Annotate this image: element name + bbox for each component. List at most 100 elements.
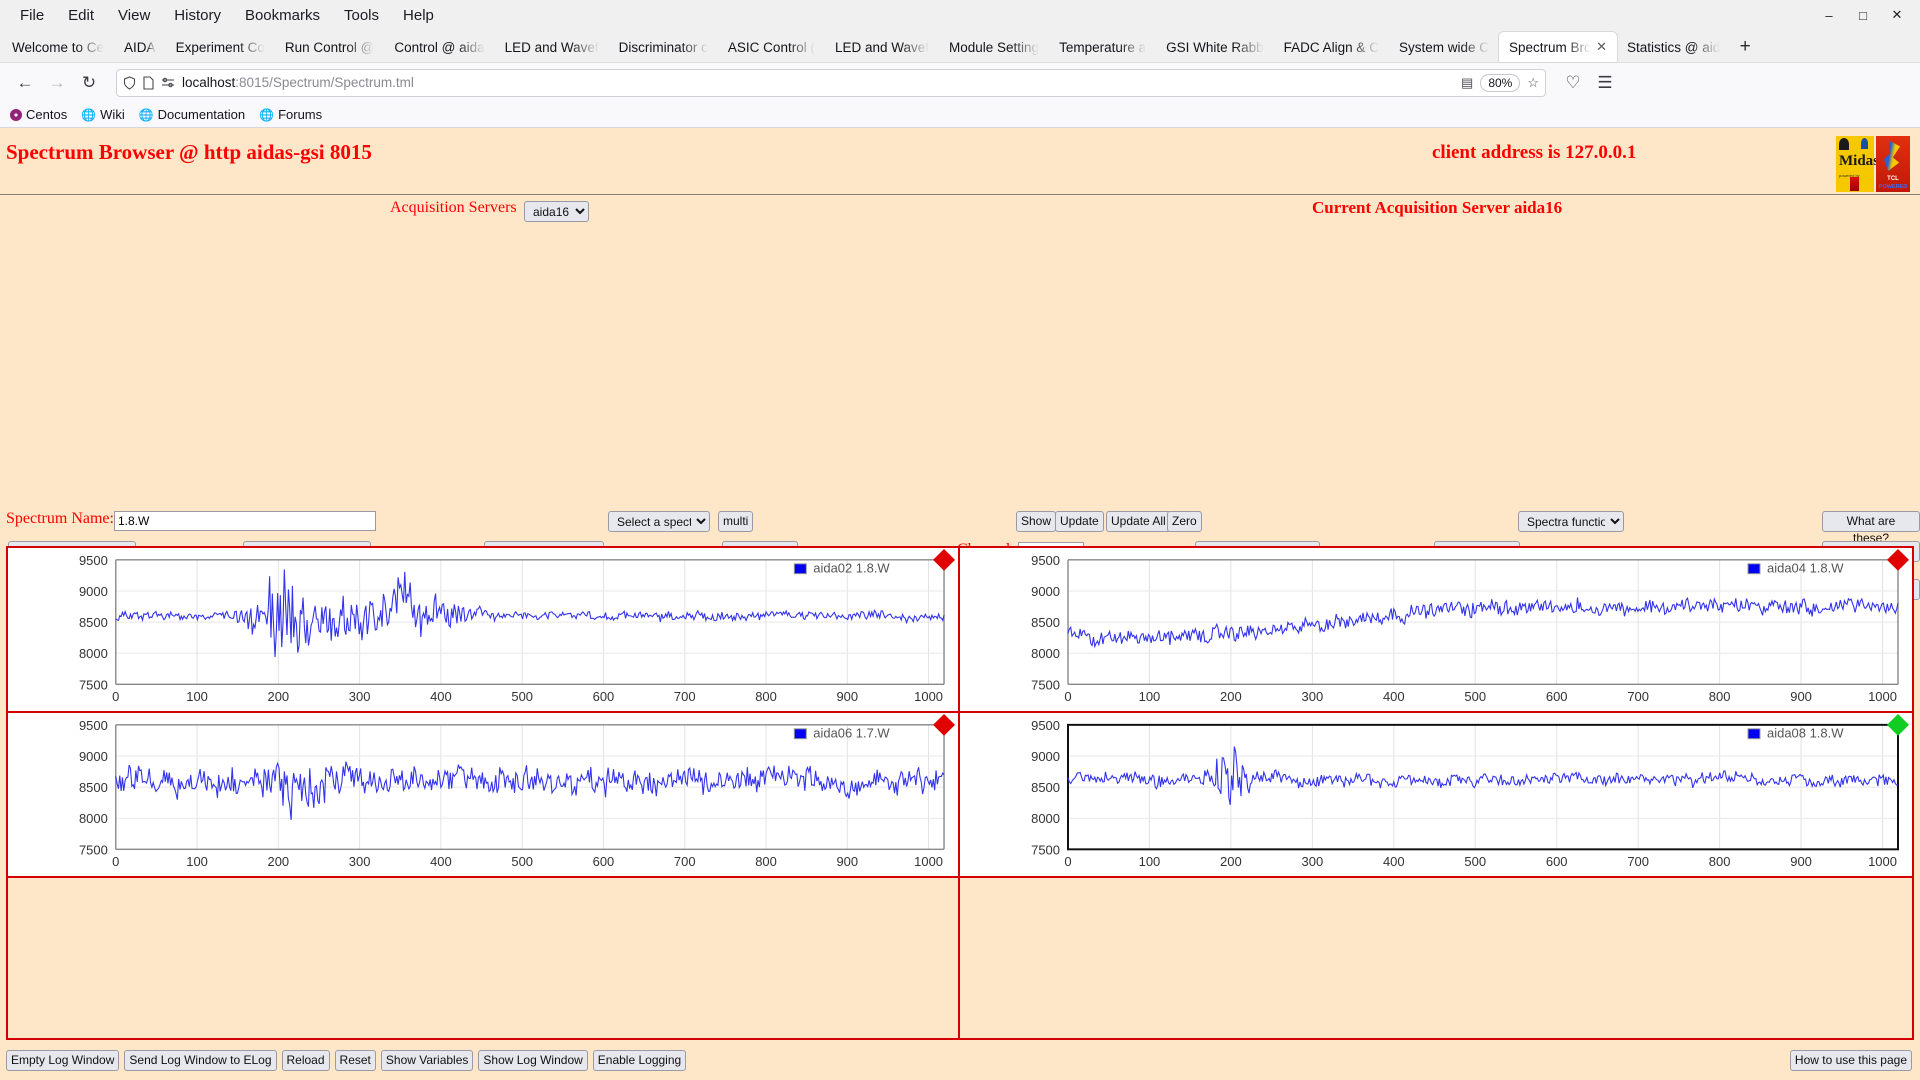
reset-button[interactable]: Reset	[335, 1050, 376, 1071]
menu-view[interactable]: View	[106, 4, 162, 27]
forward-button[interactable]: →	[42, 68, 72, 98]
tab-control-aida[interactable]: Control @ aida	[384, 32, 494, 62]
svg-text:400: 400	[1383, 689, 1405, 704]
tcl-logo: TCL POWERED	[1876, 136, 1910, 192]
tab-label: Control @ aida	[394, 40, 484, 55]
plot-aida04[interactable]: 7500800085009000950001002003004005006007…	[960, 548, 1912, 711]
spectra-functions-dropdown[interactable]: Spectra functions	[1518, 511, 1624, 532]
zoom-level-badge[interactable]: 80%	[1480, 74, 1520, 92]
gallery-cell-5[interactable]	[8, 878, 960, 1038]
svg-text:aida08 1.8.W: aida08 1.8.W	[1767, 726, 1844, 741]
bookmark-centos[interactable]: Centos	[10, 107, 67, 122]
plus-icon: +	[1740, 36, 1751, 58]
tab-aida[interactable]: AIDA	[114, 32, 166, 62]
menu-bookmarks[interactable]: Bookmarks	[233, 4, 332, 27]
show-variables-button[interactable]: Show Variables	[381, 1050, 474, 1071]
bookmarks-bar: Centos 🌐Wiki 🌐Documentation 🌐Forums	[0, 102, 1920, 128]
spectrum-name-input[interactable]	[114, 511, 376, 531]
update-all-button[interactable]: Update All	[1106, 511, 1171, 532]
tab-label: Temperature a	[1059, 40, 1146, 55]
bookmark-forums[interactable]: 🌐Forums	[259, 107, 322, 122]
svg-text:300: 300	[349, 854, 371, 869]
maximize-button[interactable]: □	[1846, 1, 1880, 29]
plot-aida08[interactable]: 7500800085009000950001002003004005006007…	[960, 713, 1912, 876]
menu-edit[interactable]: Edit	[56, 4, 106, 27]
permissions-icon[interactable]	[161, 77, 175, 89]
plot-aida06[interactable]: 7500800085009000950001002003004005006007…	[8, 713, 958, 876]
window-controls: – □ ✕	[1812, 0, 1914, 30]
reload-button[interactable]: ↻	[74, 68, 104, 98]
tab-experiment-control[interactable]: Experiment Co	[166, 32, 275, 62]
tab-statistics[interactable]: Statistics @ aid	[1617, 32, 1730, 62]
gallery-cell-2[interactable]: 7500800085009000950001002003004005006007…	[960, 548, 1912, 713]
gallery-cell-6[interactable]	[960, 878, 1912, 1038]
menu-help-label: Help	[403, 7, 434, 24]
current-acquisition-server: Current Acquisition Server aida16	[1312, 198, 1562, 218]
bookmark-documentation[interactable]: 🌐Documentation	[139, 107, 245, 122]
tab-label: Module Setting	[949, 40, 1039, 55]
url-bar[interactable]: localhost:8015/Spectrum/Spectrum.tml ▤ 8…	[116, 69, 1546, 97]
bookmark-star-icon[interactable]: ☆	[1527, 75, 1539, 91]
pocket-button[interactable]: ♡	[1558, 68, 1588, 98]
gallery-cell-3[interactable]: 7500800085009000950001002003004005006007…	[8, 713, 960, 878]
menu-help[interactable]: Help	[391, 4, 446, 27]
svg-text:aida04 1.8.W: aida04 1.8.W	[1767, 561, 1844, 576]
svg-text:8000: 8000	[79, 646, 108, 661]
menu-tools[interactable]: Tools	[332, 4, 391, 27]
empty-log-window-button[interactable]: Empty Log Window	[6, 1050, 119, 1071]
send-log-window-to-elog-button[interactable]: Send Log Window to ELog	[124, 1050, 276, 1071]
tab-welcome-to-centos[interactable]: Welcome to Ce	[2, 32, 114, 62]
zero-button[interactable]: Zero	[1167, 511, 1202, 532]
bookmark-wiki[interactable]: 🌐Wiki	[81, 107, 125, 122]
how-to-use-this-page-button[interactable]: How to use this page	[1790, 1050, 1912, 1071]
gallery-cell-1[interactable]: 7500800085009000950001002003004005006007…	[8, 548, 960, 713]
tab-led-and-waveform-2[interactable]: LED and Wavef	[825, 32, 939, 62]
new-tab-button[interactable]: +	[1730, 32, 1760, 62]
tab-discriminator[interactable]: Discriminator c	[609, 32, 718, 62]
tab-label: Discriminator c	[619, 40, 708, 55]
svg-text:900: 900	[836, 854, 858, 869]
reload-icon: ↻	[82, 73, 96, 93]
hamburger-icon: ☰	[1597, 73, 1612, 93]
svg-text:aida06 1.7.W: aida06 1.7.W	[813, 726, 890, 741]
reload-button[interactable]: Reload	[282, 1050, 330, 1071]
tab-strip: Welcome to Ce AIDA Experiment Co Run Con…	[0, 30, 1920, 62]
tab-system-wide-control[interactable]: System wide C	[1389, 32, 1499, 62]
svg-text:0: 0	[112, 854, 119, 869]
tab-gsi-white-rabbit[interactable]: GSI White Rabb	[1156, 32, 1274, 62]
menu-history[interactable]: History	[162, 4, 233, 27]
tab-fadc-align[interactable]: FADC Align & C	[1274, 32, 1389, 62]
show-button[interactable]: Show	[1016, 511, 1056, 532]
tab-led-and-waveform-1[interactable]: LED and Wavef	[495, 32, 609, 62]
multi-button[interactable]: multi	[718, 511, 753, 532]
svg-text:800: 800	[1709, 854, 1731, 869]
minimize-button[interactable]: –	[1812, 1, 1846, 29]
menu-file[interactable]: File	[8, 4, 56, 27]
app-menu-button[interactable]: ☰	[1590, 68, 1620, 98]
tcl-logo-line2: POWERED	[1876, 184, 1910, 190]
midas-logo-word: Midas	[1839, 153, 1879, 170]
plot-aida02[interactable]: 7500800085009000950001002003004005006007…	[8, 548, 958, 711]
url-host: localhost	[182, 75, 235, 90]
update-button[interactable]: Update	[1055, 511, 1104, 532]
tab-label: AIDA	[124, 40, 156, 55]
what-are-these-button-1[interactable]: What are these?	[1822, 511, 1920, 532]
acquisition-server-select[interactable]: aida16	[524, 201, 589, 222]
gallery-cell-4[interactable]: 7500800085009000950001002003004005006007…	[960, 713, 1912, 878]
tab-run-control[interactable]: Run Control @	[275, 32, 385, 62]
svg-text:900: 900	[1790, 689, 1812, 704]
url-text: localhost:8015/Spectrum/Spectrum.tml	[182, 75, 1454, 90]
close-window-button[interactable]: ✕	[1880, 1, 1914, 29]
back-button[interactable]: ←	[10, 68, 40, 98]
shield-icon[interactable]	[123, 76, 136, 90]
tab-temperature[interactable]: Temperature a	[1049, 32, 1156, 62]
enable-logging-button[interactable]: Enable Logging	[593, 1050, 686, 1071]
show-log-window-button[interactable]: Show Log Window	[478, 1050, 587, 1071]
reader-view-icon[interactable]: ▤	[1461, 75, 1473, 91]
tab-asic-control[interactable]: ASIC Control (	[718, 32, 825, 62]
tab-module-settings[interactable]: Module Setting	[939, 32, 1049, 62]
select-spectrum-dropdown[interactable]: Select a spectrum	[608, 511, 710, 532]
tab-label: GSI White Rabb	[1166, 40, 1264, 55]
tab-close-icon[interactable]: ✕	[1596, 39, 1607, 55]
tab-spectrum-browser[interactable]: Spectrum Bro ✕	[1499, 32, 1617, 62]
